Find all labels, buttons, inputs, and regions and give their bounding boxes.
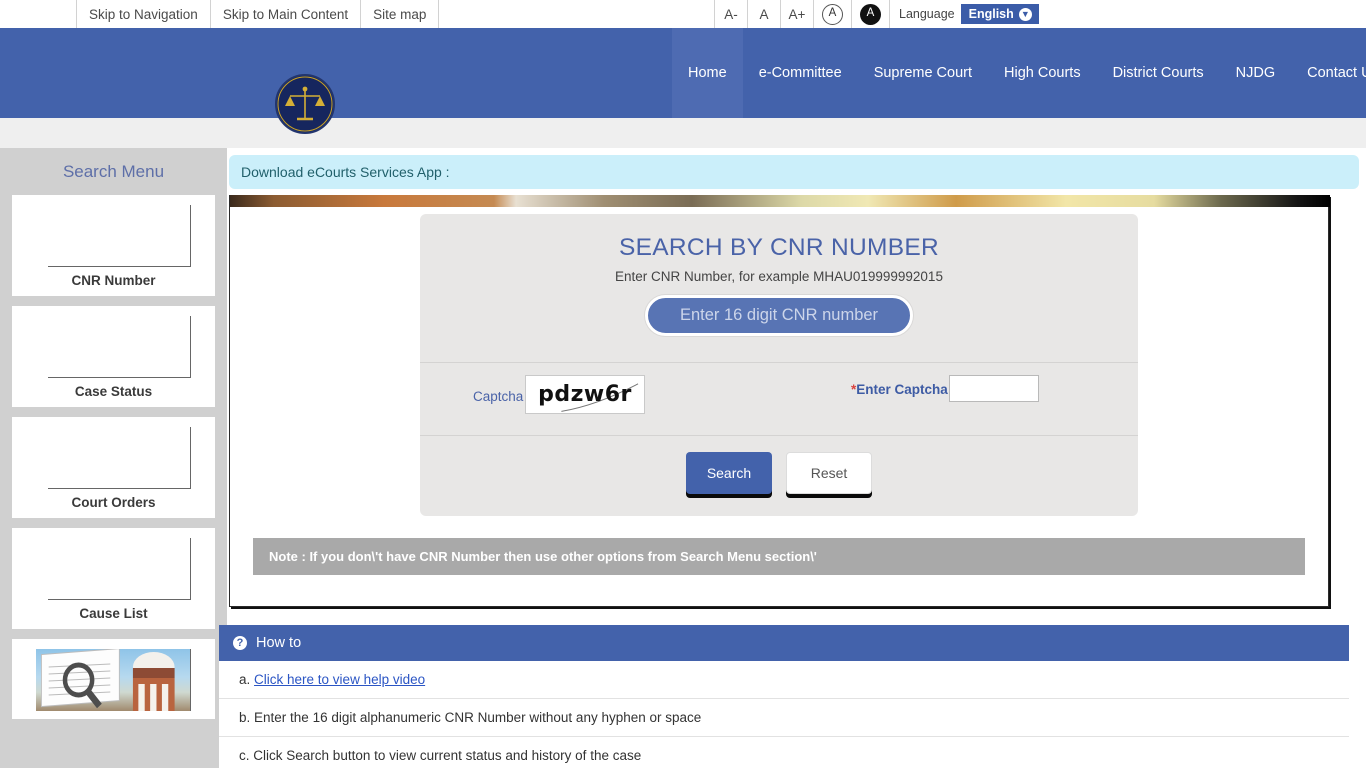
case-status-thumb-icon xyxy=(36,316,191,378)
contrast-light-button[interactable]: A xyxy=(813,0,852,28)
chevron-down-icon: ▼ xyxy=(1018,7,1032,21)
font-normal-button[interactable]: A xyxy=(747,0,781,28)
skip-to-main-content-link[interactable]: Skip to Main Content xyxy=(209,0,362,28)
magnifier-courthouse-icon xyxy=(40,649,175,711)
nav-item-e-committee[interactable]: e-Committee xyxy=(743,28,858,118)
sidebar-item-court-orders[interactable]: Court Orders xyxy=(12,417,215,518)
how-to-heading: How to xyxy=(256,635,302,651)
how-to-section: ? How to a. Click here to view help vide… xyxy=(219,625,1349,768)
contrast-light-icon: A xyxy=(822,3,843,25)
page-body: Search Menu CNR Number Case Status Court… xyxy=(0,148,1366,768)
nav-item-high-courts[interactable]: High Courts xyxy=(988,28,1097,118)
banner-strip-image xyxy=(230,195,1330,207)
sidebar-item-case-status[interactable]: Case Status xyxy=(12,306,215,407)
sidebar-item-caveat-search[interactable] xyxy=(12,639,215,719)
captcha-section: Captcha pdzw6r *Enter Captcha xyxy=(420,363,1138,435)
question-mark-icon: ? xyxy=(233,636,247,650)
accessibility-controls: A- A A+ A A Language English ▼ xyxy=(714,0,1047,28)
form-actions: Search Reset xyxy=(420,435,1138,516)
nav-item-njdg[interactable]: NJDG xyxy=(1220,28,1291,118)
cnr-search-panel: SEARCH BY CNR NUMBER Enter CNR Number, f… xyxy=(229,195,1330,607)
sidebar-item-cause-list[interactable]: Cause List xyxy=(12,528,215,629)
contrast-dark-icon: A xyxy=(860,3,881,25)
help-video-link[interactable]: Click here to view help video xyxy=(254,672,425,687)
font-decrease-button[interactable]: A- xyxy=(714,0,748,28)
search-menu-sidebar: Search Menu CNR Number Case Status Court… xyxy=(0,148,227,768)
how-to-row: a. Click here to view help video xyxy=(219,661,1349,699)
main-navigation: Home e-Committee Supreme Court High Cour… xyxy=(672,28,1366,118)
scales-of-justice-icon xyxy=(277,76,333,132)
courthouse-search-image xyxy=(36,649,191,711)
search-button[interactable]: Search xyxy=(686,452,772,494)
sidebar-item-label: Cause List xyxy=(79,606,148,621)
how-to-row: c. Click Search button to view current s… xyxy=(219,737,1349,768)
nav-item-district-courts[interactable]: District Courts xyxy=(1097,28,1220,118)
accessibility-topbar: Skip to Navigation Skip to Main Content … xyxy=(0,0,1366,28)
how-to-prefix: b. xyxy=(239,710,251,725)
how-to-text: Click Search button to view current stat… xyxy=(253,748,642,763)
font-increase-button[interactable]: A+ xyxy=(780,0,814,28)
how-to-prefix: a. xyxy=(239,672,251,687)
note-bar: Note : If you don\'t have CNR Number the… xyxy=(253,538,1305,575)
captcha-label: Captcha xyxy=(473,389,524,404)
cnr-number-input[interactable] xyxy=(645,295,913,336)
language-selector[interactable]: Language English ▼ xyxy=(889,0,1047,28)
site-header: Home e-Committee Supreme Court High Cour… xyxy=(0,28,1366,134)
main-content: Download eCourts Services App : SEARCH B… xyxy=(219,148,1366,768)
captcha-text: pdzw6r xyxy=(538,382,632,407)
header-spacer xyxy=(0,118,1366,148)
sidebar-item-cnr-number[interactable]: CNR Number xyxy=(12,195,215,296)
nav-item-contact-us[interactable]: Contact Us xyxy=(1291,28,1366,118)
how-to-text: Enter the 16 digit alphanumeric CNR Numb… xyxy=(254,710,702,725)
page-title: SEARCH BY CNR NUMBER xyxy=(618,234,939,261)
enter-captcha-text: Enter Captcha xyxy=(856,382,948,397)
enter-captcha-label: *Enter Captcha xyxy=(851,382,948,397)
search-form: SEARCH BY CNR NUMBER Enter CNR Number, f… xyxy=(420,214,1138,516)
reset-button[interactable]: Reset xyxy=(786,452,872,494)
language-pill[interactable]: English ▼ xyxy=(960,4,1039,24)
how-to-row: b. Enter the 16 digit alphanumeric CNR N… xyxy=(219,699,1349,737)
search-header-section: SEARCH BY CNR NUMBER Enter CNR Number, f… xyxy=(420,214,1138,362)
search-subtitle: Enter CNR Number, for example MHAU019999… xyxy=(615,269,943,284)
nav-item-home[interactable]: Home xyxy=(672,28,743,118)
nav-item-supreme-court[interactable]: Supreme Court xyxy=(858,28,988,118)
cause-list-thumb-icon xyxy=(36,538,191,600)
captcha-image: pdzw6r xyxy=(525,375,645,414)
skip-to-navigation-link[interactable]: Skip to Navigation xyxy=(76,0,211,28)
cnr-number-thumb-icon xyxy=(36,205,191,267)
sidebar-item-label: Court Orders xyxy=(71,495,156,510)
how-to-header: ? How to xyxy=(219,625,1349,661)
language-label: Language xyxy=(899,7,955,21)
sidebar-title: Search Menu xyxy=(62,162,165,181)
language-value: English xyxy=(968,7,1014,21)
site-map-link[interactable]: Site map xyxy=(360,0,440,28)
skip-links-group: Skip to Navigation Skip to Main Content … xyxy=(76,0,440,28)
download-app-banner[interactable]: Download eCourts Services App : xyxy=(229,155,1359,189)
captcha-input[interactable] xyxy=(949,375,1039,402)
sidebar-item-label: Case Status xyxy=(74,384,153,399)
how-to-prefix: c. xyxy=(239,748,250,763)
ecourts-logo[interactable] xyxy=(275,74,335,134)
contrast-dark-button[interactable]: A xyxy=(851,0,890,28)
sidebar-item-label: CNR Number xyxy=(71,273,156,288)
court-orders-thumb-icon xyxy=(36,427,191,489)
